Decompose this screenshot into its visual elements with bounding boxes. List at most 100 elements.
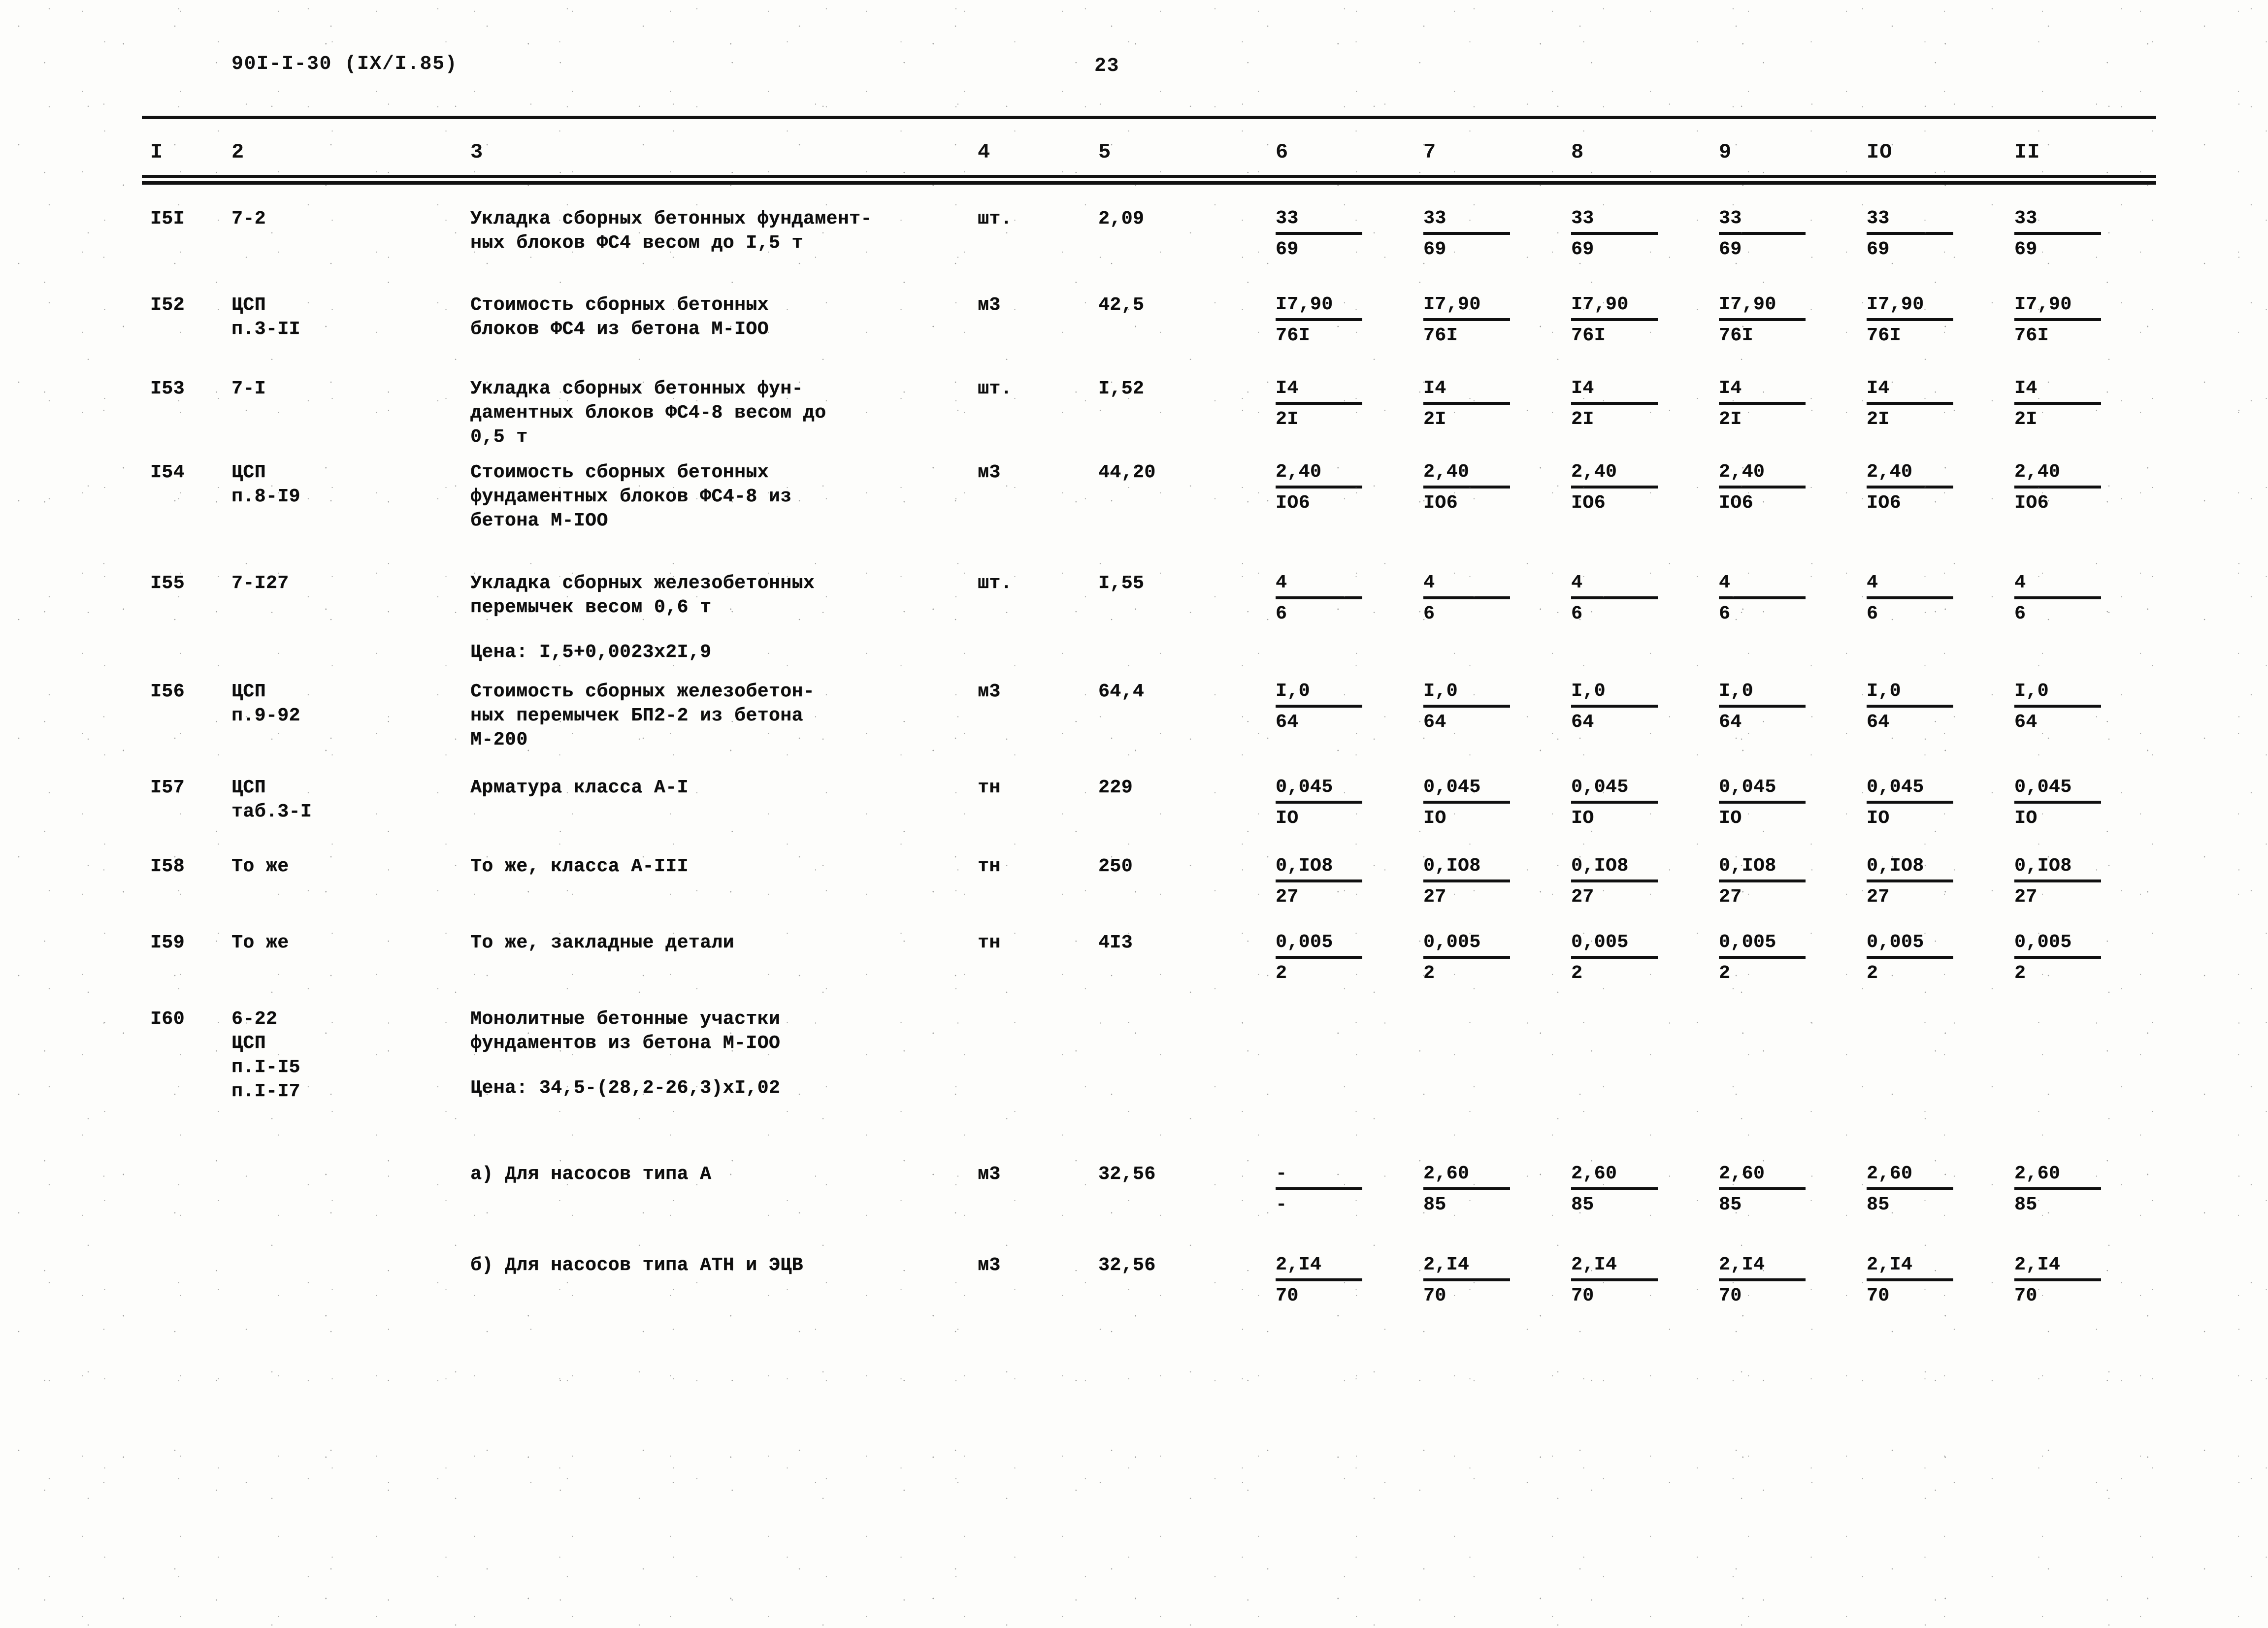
value-denominator: 2 bbox=[1423, 963, 1435, 984]
row-quantity: 4I3 bbox=[1098, 932, 1133, 953]
value-numerator: 0,005 bbox=[1571, 932, 1629, 953]
value-cell-col-9: I,0 64 bbox=[1719, 680, 1847, 734]
value-denominator: 69 bbox=[1276, 239, 1299, 260]
value-cell-col-9: 2,I4 70 bbox=[1719, 1253, 1847, 1308]
value-divider-rule bbox=[1571, 232, 1658, 235]
value-numerator: 2,40 bbox=[1719, 461, 1765, 483]
value-denominator: IО6 bbox=[1719, 492, 1753, 514]
value-cell-col-8: I,0 64 bbox=[1571, 680, 1699, 734]
value-denominator: IО bbox=[2014, 808, 2038, 829]
value-denominator: 27 bbox=[1276, 886, 1299, 908]
value-divider-rule bbox=[1719, 318, 1806, 321]
row-code: ЦСП таб.3-I bbox=[231, 777, 312, 822]
value-denominator: 76I bbox=[2014, 325, 2049, 346]
value-cell-col-11: 46 bbox=[2014, 571, 2142, 626]
row-unit: м3 bbox=[978, 462, 1001, 483]
row-number: I5I bbox=[150, 208, 185, 229]
row-number: I57 bbox=[150, 777, 185, 798]
value-denominator: 76I bbox=[1423, 325, 1458, 346]
value-cell-col-11: 2,40 IО6 bbox=[2014, 460, 2142, 515]
value-divider-rule bbox=[1276, 879, 1362, 882]
value-denominator: 70 bbox=[1276, 1285, 1299, 1306]
value-numerator: I4 bbox=[1571, 378, 1594, 399]
value-divider-rule bbox=[1719, 801, 1806, 804]
value-cell-col-9: 33 69 bbox=[1719, 207, 1847, 261]
value-denominator: 2 bbox=[1276, 963, 1287, 984]
value-denominator: 27 bbox=[2014, 886, 2038, 908]
value-divider-rule bbox=[1867, 596, 1953, 599]
value-numerator: - bbox=[1276, 1163, 1287, 1184]
value-divider-rule bbox=[2014, 956, 2101, 959]
value-numerator: 2,60 bbox=[1423, 1163, 1470, 1184]
value-divider-rule bbox=[1276, 402, 1362, 405]
row-quantity: I,55 bbox=[1098, 573, 1145, 594]
table-top-rule bbox=[142, 116, 2156, 119]
value-cell-col-9: 46 bbox=[1719, 571, 1847, 626]
value-numerator: I7,90 bbox=[1867, 294, 1924, 315]
table-column-header-row: I 2 3 4 5 6 7 8 9 IO II bbox=[0, 140, 2268, 170]
value-numerator: I7,90 bbox=[1571, 294, 1629, 315]
row-description: б) Для насосов типа АТН и ЭЦВ bbox=[470, 1255, 803, 1276]
row-code: То же bbox=[231, 856, 289, 877]
row-description: Стоимость сборных железобетон- ных перем… bbox=[470, 681, 815, 750]
value-divider-rule bbox=[1719, 402, 1806, 405]
value-denominator: 76I bbox=[1276, 325, 1310, 346]
value-denominator: 69 bbox=[2014, 239, 2038, 260]
value-numerator: 2,60 bbox=[1571, 1163, 1617, 1184]
value-numerator: I7,90 bbox=[1276, 294, 1333, 315]
value-numerator: 0,IО8 bbox=[1719, 855, 1776, 877]
value-cell-col-8: 33 69 bbox=[1571, 207, 1699, 261]
value-divider-rule bbox=[1276, 801, 1362, 804]
value-denominator: 2 bbox=[1571, 963, 1583, 984]
value-numerator: 2,I4 bbox=[1867, 1254, 1913, 1275]
value-divider-rule bbox=[1571, 705, 1658, 708]
value-numerator: I,0 bbox=[2014, 681, 2049, 702]
value-cell-col-7: I4 2I bbox=[1423, 377, 1551, 431]
value-divider-rule bbox=[1571, 318, 1658, 321]
value-divider-rule bbox=[1867, 318, 1953, 321]
value-denominator: IО6 bbox=[2014, 492, 2049, 514]
value-numerator: 33 bbox=[1423, 208, 1446, 229]
value-divider-rule bbox=[1867, 1278, 1953, 1281]
value-divider-rule bbox=[1571, 486, 1658, 488]
value-cell-col-11: 0,005 2 bbox=[2014, 931, 2142, 985]
row-code: 6-22 ЦСП п.I-I5 п.I-I7 bbox=[231, 1009, 300, 1102]
value-divider-rule bbox=[1571, 801, 1658, 804]
value-divider-rule bbox=[1719, 956, 1806, 959]
row-description: Стоимость сборных бетонных блоков ФС4 из… bbox=[470, 294, 769, 340]
value-divider-rule bbox=[2014, 318, 2101, 321]
value-divider-rule bbox=[1423, 232, 1510, 235]
value-numerator: 0,IО8 bbox=[1571, 855, 1629, 877]
value-denominator: IО6 bbox=[1423, 492, 1458, 514]
value-denominator: 85 bbox=[1867, 1194, 1890, 1215]
value-divider-rule bbox=[2014, 232, 2101, 235]
value-numerator: 0,045 bbox=[1276, 777, 1333, 798]
table-header-rule-upper bbox=[142, 175, 2156, 178]
value-divider-rule bbox=[1719, 705, 1806, 708]
value-denominator: 2 bbox=[1719, 963, 1731, 984]
value-numerator: 0,IО8 bbox=[2014, 855, 2072, 877]
value-denominator: 69 bbox=[1719, 239, 1742, 260]
value-cell-col-10: 46 bbox=[1867, 571, 1995, 626]
value-divider-rule bbox=[1276, 1187, 1362, 1190]
value-denominator: 6 bbox=[1276, 603, 1287, 624]
value-cell-col-10: 2,60 85 bbox=[1867, 1162, 1995, 1217]
value-divider-rule bbox=[1867, 486, 1953, 488]
value-cell-col-8: 46 bbox=[1571, 571, 1699, 626]
value-divider-rule bbox=[1423, 879, 1510, 882]
value-cell-col-8: I7,90 76I bbox=[1571, 293, 1699, 348]
value-numerator: 4 bbox=[1276, 572, 1287, 593]
value-denominator: 70 bbox=[1423, 1285, 1446, 1306]
value-cell-col-9: 2,60 85 bbox=[1719, 1162, 1847, 1217]
value-divider-rule bbox=[2014, 402, 2101, 405]
value-numerator: 0,005 bbox=[1719, 932, 1776, 953]
row-code: 7-I bbox=[231, 378, 266, 399]
row-quantity: 32,56 bbox=[1098, 1255, 1156, 1276]
column-header-4: 4 bbox=[978, 140, 991, 164]
column-header-11: II bbox=[2014, 140, 2040, 164]
row-quantity: 32,56 bbox=[1098, 1164, 1156, 1185]
value-divider-rule bbox=[1867, 1187, 1953, 1190]
value-divider-rule bbox=[1867, 956, 1953, 959]
value-divider-rule bbox=[1423, 402, 1510, 405]
value-numerator: 33 bbox=[1867, 208, 1890, 229]
